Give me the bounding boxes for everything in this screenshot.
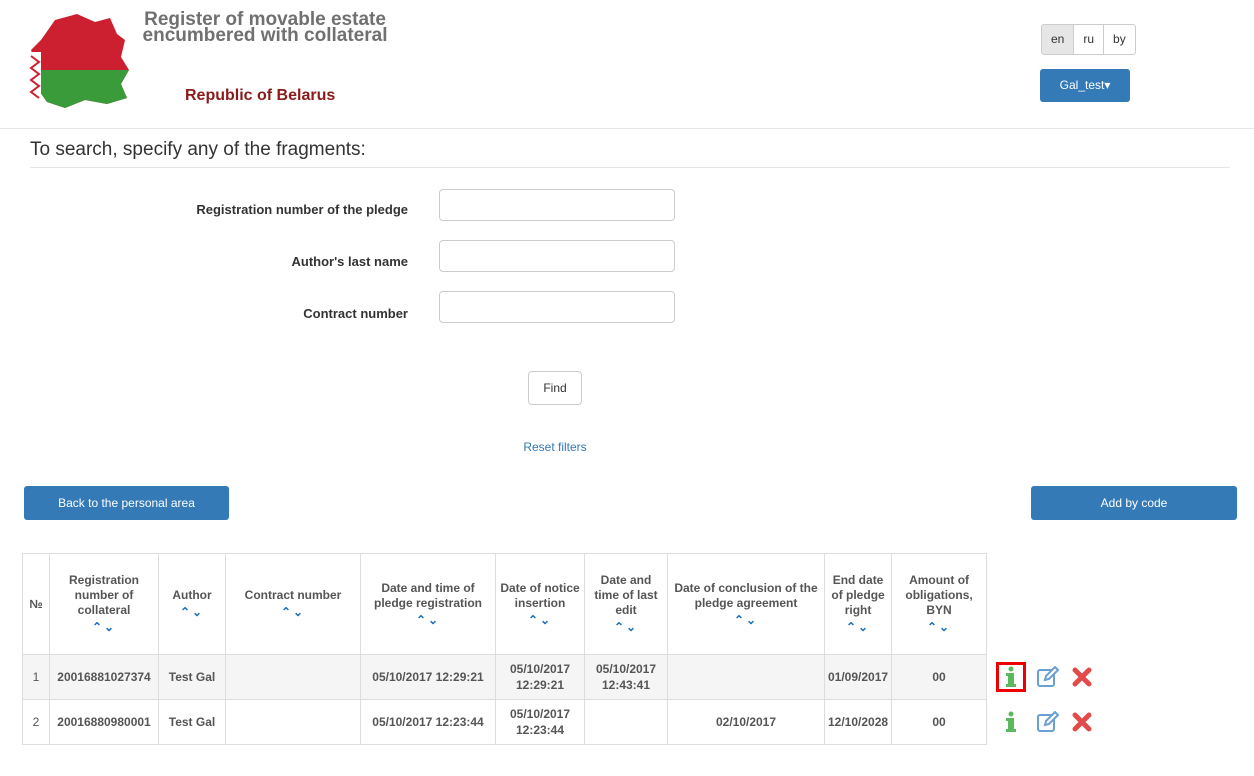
amount-cell: 00 (891, 654, 988, 700)
contract-label: Contract number (303, 306, 408, 321)
col-conclusion-date[interactable]: Date of conclusion of the pledge agreeme… (667, 553, 825, 655)
collateral-table: № Registration number of collateral ⌃⌄ Au… (22, 553, 1114, 745)
notice-date-cell: 05/10/2017 12:29:21 (495, 654, 585, 700)
author-input[interactable] (439, 240, 675, 272)
col-reg-date[interactable]: Date and time of pledge registration ⌃⌄ (360, 553, 496, 655)
site-title: Register of movable estate encumbered wi… (142, 9, 388, 46)
row-number: 1 (22, 654, 50, 700)
reg-number-input[interactable] (439, 189, 675, 221)
edit-date-cell (584, 699, 668, 745)
reg-number-label: Registration number of the pledge (196, 202, 408, 217)
search-heading: To search, specify any of the fragments: (30, 139, 1230, 168)
contract-number-cell (225, 699, 361, 745)
col-number: № (22, 553, 50, 655)
reset-filters-link[interactable]: Reset filters (500, 440, 610, 454)
sort-icon[interactable]: ⌃⌄ (499, 613, 581, 628)
sort-icon[interactable]: ⌃⌄ (671, 613, 821, 628)
edit-date-cell: 05/10/2017 12:43:41 (584, 654, 668, 700)
col-edit-date[interactable]: Date and time of last edit ⌃⌄ (584, 553, 668, 655)
amount-cell: 00 (891, 699, 988, 745)
col-notice-date[interactable]: Date of notice insertion ⌃⌄ (495, 553, 585, 655)
lang-by[interactable]: by (1103, 24, 1136, 55)
contract-number-cell (225, 654, 361, 700)
user-menu-button[interactable]: Gal_test▾ (1040, 69, 1130, 102)
author-cell: Test Gal (158, 654, 226, 700)
notice-date-cell: 05/10/2017 12:23:44 (495, 699, 585, 745)
delete-icon[interactable] (1070, 665, 1094, 689)
reg-date-cell: 05/10/2017 12:29:21 (360, 654, 496, 700)
contract-input[interactable] (439, 291, 675, 323)
info-icon[interactable] (996, 710, 1026, 734)
end-date-cell: 12/10/2028 (823, 699, 893, 745)
sort-icon[interactable]: ⌃⌄ (53, 620, 155, 635)
conclusion-date-cell (667, 654, 825, 700)
col-end-date[interactable]: End date of pledge right ⌃⌄ (823, 553, 893, 655)
row-actions (986, 654, 1114, 700)
author-label: Author's last name (291, 254, 408, 269)
lang-ru[interactable]: ru (1073, 24, 1105, 55)
sort-icon[interactable]: ⌃⌄ (229, 605, 357, 620)
reg-number-cell: 20016880980001 (49, 699, 159, 745)
table-header-row: № Registration number of collateral ⌃⌄ Au… (22, 553, 1114, 655)
header: Register of movable estate encumbered wi… (0, 0, 1254, 129)
col-reg-number[interactable]: Registration number of collateral ⌃⌄ (49, 553, 159, 655)
add-by-code-button[interactable]: Add by code (1031, 486, 1237, 520)
sort-icon[interactable]: ⌃⌄ (828, 620, 888, 635)
reg-date-cell: 05/10/2017 12:23:44 (360, 699, 496, 745)
delete-icon[interactable] (1070, 710, 1094, 734)
back-to-personal-area-button[interactable]: Back to the personal area (24, 486, 229, 520)
end-date-cell: 01/09/2017 (823, 654, 893, 700)
sort-icon[interactable]: ⌃⌄ (162, 605, 222, 620)
sort-icon[interactable]: ⌃⌄ (588, 620, 664, 635)
sort-icon[interactable]: ⌃⌄ (895, 620, 983, 635)
edit-icon[interactable] (1036, 710, 1060, 734)
belarus-map-logo (29, 14, 129, 108)
table-row: 2 20016880980001 Test Gal 05/10/2017 12:… (22, 699, 1114, 745)
info-icon[interactable] (996, 662, 1027, 692)
author-cell: Test Gal (158, 699, 226, 745)
table-row: 1 20016881027374 Test Gal 05/10/2017 12:… (22, 654, 1114, 700)
col-author[interactable]: Author ⌃⌄ (158, 553, 226, 655)
language-switcher: en ru by (1041, 24, 1136, 55)
site-subtitle: Republic of Belarus (185, 87, 336, 104)
edit-icon[interactable] (1036, 665, 1060, 689)
row-actions (987, 700, 1114, 745)
col-contract-number[interactable]: Contract number ⌃⌄ (225, 553, 361, 655)
lang-en[interactable]: en (1041, 24, 1075, 55)
col-actions (987, 554, 1114, 655)
find-button[interactable]: Find (528, 371, 582, 405)
conclusion-date-cell: 02/10/2017 (667, 699, 825, 745)
row-number: 2 (22, 699, 50, 745)
reg-number-cell: 20016881027374 (49, 654, 159, 700)
col-amount[interactable]: Amount of obligations, BYN ⌃⌄ (891, 553, 988, 655)
sort-icon[interactable]: ⌃⌄ (364, 613, 492, 628)
